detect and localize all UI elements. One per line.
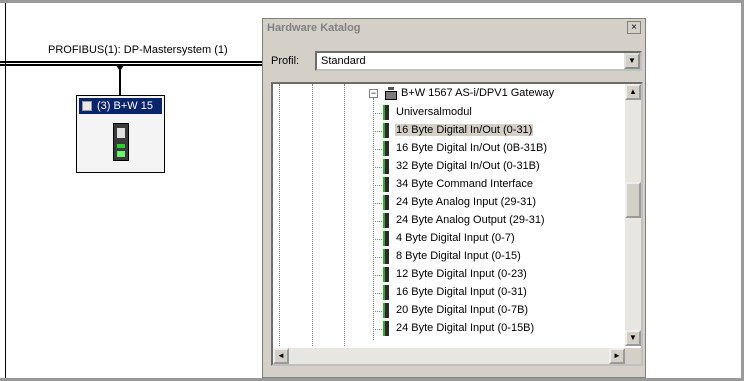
bus-label: PROFIBUS(1): DP-Mastersystem (1): [48, 44, 228, 56]
vertical-scrollbar[interactable]: ▲ ▼: [625, 84, 641, 346]
slave-device-node[interactable]: (3) B+W 15: [76, 95, 165, 173]
bus-drop-line: [119, 66, 121, 96]
tree-branch-line: [373, 257, 382, 258]
scroll-right-button[interactable]: ►: [609, 348, 625, 364]
module-icon: [383, 123, 389, 138]
module-icon: [383, 303, 389, 318]
tree-branch-line: [373, 311, 382, 312]
tree-item-label: 34 Byte Command Interface: [396, 178, 533, 190]
catalog-title-bar[interactable]: Hardware Katalog: [263, 19, 645, 37]
module-icon: [383, 267, 389, 282]
tree-item-label: 12 Byte Digital Input (0-23): [396, 268, 527, 280]
tree-branch-line: [373, 167, 382, 168]
tree-branch-line: [373, 275, 382, 276]
catalog-tree[interactable]: − B+W 1567 AS-i/DPV1 Gateway Universalmo…: [271, 82, 643, 366]
module-icon: [383, 159, 389, 174]
module-icon: [383, 105, 389, 120]
module-icon: [383, 321, 389, 336]
device-display-icon: [117, 128, 125, 138]
tree-item-label: 20 Byte Digital Input (0-7B): [396, 304, 529, 316]
module-icon: [383, 195, 389, 210]
tree-branch-line: [373, 149, 382, 150]
device-led-icon: [117, 144, 125, 148]
horizontal-scrollbar[interactable]: ◄ ►: [273, 348, 625, 364]
chevron-down-icon[interactable]: ▼: [624, 53, 640, 69]
scroll-up-button[interactable]: ▲: [625, 84, 641, 100]
tree-branch-line: [373, 221, 382, 222]
left-border: [5, 3, 6, 378]
tree-branch-line: [373, 293, 382, 294]
module-icon: [383, 249, 389, 264]
module-icon: [383, 231, 389, 246]
tree-branch-line: [373, 185, 382, 186]
tree-item-label: 24 Byte Digital Input (0-15B): [396, 322, 535, 334]
device-status-icon: [117, 151, 125, 157]
slave-title-label: (3) B+W 15: [97, 100, 153, 112]
slave-title-bar[interactable]: (3) B+W 15: [79, 98, 162, 114]
collapse-icon[interactable]: −: [369, 89, 378, 98]
module-icon: [383, 213, 389, 228]
tree-item-label: 24 Byte Analog Output (29-31): [396, 214, 545, 226]
module-icon: [383, 177, 389, 192]
catalog-title: Hardware Katalog: [267, 22, 361, 34]
profile-value: Standard: [321, 55, 366, 67]
close-button[interactable]: ×: [627, 21, 641, 34]
gateway-icon: [385, 87, 397, 100]
tree-branch-line: [373, 131, 382, 132]
tree-item-label: 8 Byte Digital Input (0-15): [396, 250, 521, 262]
bus-line-lower: [0, 64, 263, 66]
tree-branch-line: [373, 113, 382, 114]
tree-item-label: 16 Byte Digital Input (0-31): [396, 286, 527, 298]
gateway-device-icon: [113, 123, 129, 161]
tree-item-label: 16 Byte Digital In/Out (0B-31B): [396, 142, 548, 154]
profile-select[interactable]: Standard ▼: [315, 51, 642, 71]
tree-node-label: B+W 1567 AS-i/DPV1 Gateway: [401, 87, 555, 99]
tree-item-label: 32 Byte Digital In/Out (0-31B): [396, 160, 540, 172]
profile-label: Profil:: [271, 55, 300, 67]
tree-item-label: 24 Byte Analog Input (29-31): [396, 196, 537, 208]
tree-item-label: 16 Byte Digital In/Out (0-31): [395, 124, 534, 136]
tree-item-label: Universalmodul: [396, 106, 472, 118]
tree-branch-line: [373, 329, 382, 330]
bus-line[interactable]: [0, 61, 263, 63]
scroll-left-button[interactable]: ◄: [273, 348, 289, 364]
module-icon: [383, 141, 389, 156]
tree-branch-line: [373, 203, 382, 204]
tree-branch-line: [373, 239, 382, 240]
scroll-down-button[interactable]: ▼: [625, 330, 641, 346]
station-icon: [82, 101, 92, 111]
scrollbar-corner: [625, 348, 641, 364]
module-icon: [383, 285, 389, 300]
tree-item-label: 4 Byte Digital Input (0-7): [396, 232, 515, 244]
hardware-catalog-window: Hardware Katalog × Profil: Standard ▼ − …: [262, 18, 646, 378]
scroll-thumb[interactable]: [625, 182, 641, 218]
